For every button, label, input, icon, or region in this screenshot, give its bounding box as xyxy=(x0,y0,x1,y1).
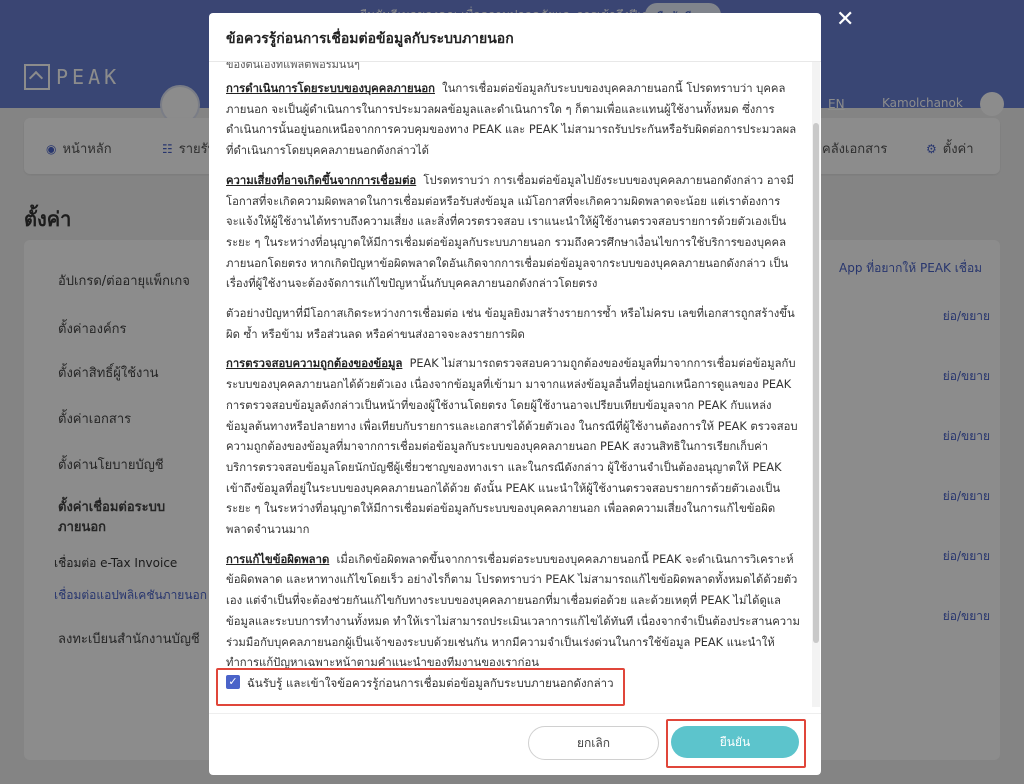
cancel-button[interactable]: ยกเลิก xyxy=(528,726,659,760)
confirm-button[interactable]: ยืนยัน xyxy=(671,726,799,758)
dialog-body[interactable]: ของตนเองที่แพลตฟอร์มนั้นๆ การดำเนินการโด… xyxy=(209,62,809,707)
section-5: การแก้ไขข้อผิดพลาด เมื่อเกิดข้อผิดพลาดขึ… xyxy=(226,552,800,670)
section-1: การดำเนินการโดยระบบของบุคคลภายนอก ในการเ… xyxy=(226,82,797,158)
dialog-title: ข้อควรรู้ก่อนการเชื่อมต่อข้อมูลกับระบบภา… xyxy=(226,31,514,47)
scrollbar-thumb[interactable] xyxy=(813,123,819,643)
section-4: การตรวจสอบความถูกต้องของข้อมูล PEAK ไม่ส… xyxy=(226,357,798,537)
notice-content: การดำเนินการโดยระบบของบุคคลภายนอก ในการเ… xyxy=(226,79,800,683)
close-icon[interactable]: ✕ xyxy=(836,9,854,31)
footer-divider xyxy=(209,713,821,714)
agree-checkbox[interactable]: ✓ xyxy=(226,675,240,689)
section-2: ความเสี่ยงที่อาจเกิดขึ้นจากการเชื่อมต่อ … xyxy=(226,173,794,291)
integration-notice-dialog: ข้อควรรู้ก่อนการเชื่อมต่อข้อมูลกับระบบภา… xyxy=(209,13,821,775)
agree-label[interactable]: ฉันรับรู้ และเข้าใจข้อควรรู้ก่อนการเชื่อ… xyxy=(247,675,614,693)
section-3: ตัวอย่างปัญหาที่มีโอกาสเกิดระหว่างการเชื… xyxy=(226,307,795,341)
cutoff-text: ของตนเองที่แพลตฟอร์มนั้นๆ xyxy=(226,62,360,71)
